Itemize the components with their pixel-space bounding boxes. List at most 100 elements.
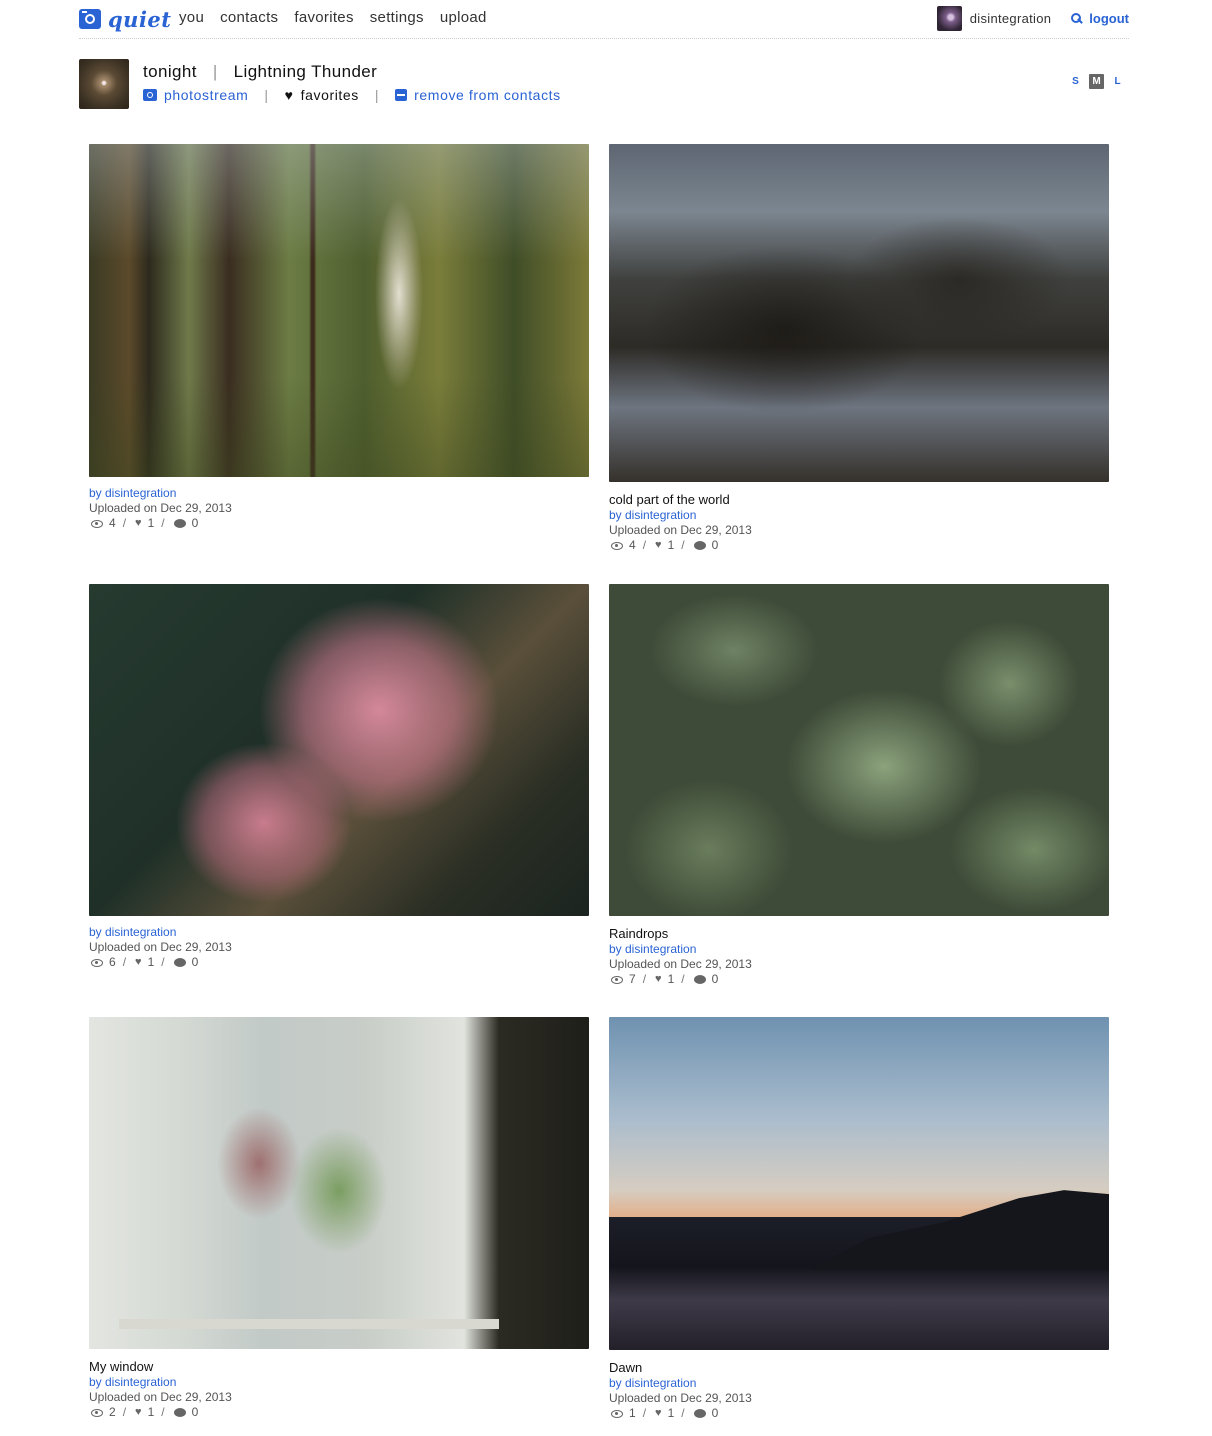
views-count: 7 xyxy=(629,972,636,986)
comment-icon xyxy=(173,958,186,967)
size-large-button[interactable]: L xyxy=(1110,74,1125,89)
favorites-link[interactable]: ♥ favorites xyxy=(285,87,359,103)
logout-link[interactable]: logout xyxy=(1071,11,1129,26)
photo-author-link[interactable]: by disintegration xyxy=(89,925,589,940)
views-count: 1 xyxy=(629,1406,636,1420)
views-count: 4 xyxy=(109,516,116,530)
photo-author-link[interactable]: by disintegration xyxy=(609,508,1109,523)
comments-count: 0 xyxy=(191,955,199,969)
photo-meta: cold part of the world by disintegration… xyxy=(609,491,1109,553)
heart-icon: ♥ xyxy=(135,956,142,968)
link-separator: | xyxy=(374,87,380,103)
stat-separator: / xyxy=(122,516,127,530)
photo-stats: 6 / ♥ 1 / 0 xyxy=(89,955,589,970)
comment-icon xyxy=(173,1408,186,1417)
stat-separator: / xyxy=(681,538,685,552)
photo-upload-date: Uploaded on Dec 29, 2013 xyxy=(609,523,752,537)
photo-thumbnail[interactable] xyxy=(89,584,589,916)
comments-count: 0 xyxy=(711,538,719,552)
eye-icon xyxy=(91,519,103,528)
remove-contact-link[interactable]: remove from contacts xyxy=(395,87,561,103)
logo[interactable]: quiet xyxy=(79,6,172,32)
photostream-label: photostream xyxy=(164,87,249,103)
heart-icon: ♥ xyxy=(655,973,662,985)
comment-icon xyxy=(693,975,706,984)
photo-meta: by disintegration Uploaded on Dec 29, 20… xyxy=(89,925,589,970)
faves-count: 1 xyxy=(147,516,155,530)
photo-thumbnail[interactable] xyxy=(609,144,1109,482)
profile-avatar[interactable] xyxy=(79,59,129,109)
profile-title: tonight | Lightning Thunder xyxy=(143,62,377,82)
size-medium-button[interactable]: M xyxy=(1089,74,1104,89)
photo-thumbnail[interactable] xyxy=(609,1017,1109,1350)
user-name[interactable]: disintegration xyxy=(970,11,1052,26)
photo-stats: 2 / ♥ 1 / 0 xyxy=(89,1405,589,1420)
comments-count: 0 xyxy=(711,972,719,986)
photo-upload-date: Uploaded on Dec 29, 2013 xyxy=(609,957,752,971)
comment-icon xyxy=(693,1409,706,1418)
nav-settings[interactable]: settings xyxy=(370,9,424,26)
photostream-link[interactable]: photostream xyxy=(143,87,248,103)
stat-separator: / xyxy=(681,1406,685,1420)
faves-count: 1 xyxy=(667,538,675,552)
main-nav: you contacts favorites settings upload xyxy=(179,9,503,26)
logout-label: logout xyxy=(1089,11,1129,26)
photo-title[interactable]: Raindrops xyxy=(609,925,1109,942)
photo-title[interactable]: My window xyxy=(89,1358,589,1375)
comment-icon xyxy=(693,541,706,550)
key-icon xyxy=(1071,12,1083,25)
heart-icon: ♥ xyxy=(135,1406,142,1418)
photo-author-link[interactable]: by disintegration xyxy=(609,1376,1109,1391)
profile-name[interactable]: tonight xyxy=(143,62,197,82)
photo-thumbnail[interactable] xyxy=(89,144,589,477)
nav-you[interactable]: you xyxy=(179,9,204,26)
favorites-label: favorites xyxy=(300,87,359,103)
comments-count: 0 xyxy=(711,1406,719,1420)
photo-title[interactable]: Dawn xyxy=(609,1359,1109,1376)
photo-upload-date: Uploaded on Dec 29, 2013 xyxy=(609,1391,752,1405)
heart-icon: ♥ xyxy=(655,1407,662,1419)
camera-icon xyxy=(143,89,157,101)
views-count: 2 xyxy=(109,1405,116,1419)
remove-contact-label: remove from contacts xyxy=(414,87,561,103)
photo-author-link[interactable]: by disintegration xyxy=(609,942,1109,957)
photo-author-link[interactable]: by disintegration xyxy=(89,486,589,501)
nav-contacts[interactable]: contacts xyxy=(220,9,278,26)
photo-upload-date: Uploaded on Dec 29, 2013 xyxy=(89,940,232,954)
nav-favorites[interactable]: favorites xyxy=(294,9,353,26)
photo-thumbnail[interactable] xyxy=(609,584,1109,916)
title-separator: | xyxy=(212,62,218,81)
stat-separator: / xyxy=(122,1405,127,1419)
heart-icon: ♥ xyxy=(284,87,294,103)
photo-meta: Dawn by disintegration Uploaded on Dec 2… xyxy=(609,1359,1109,1421)
faves-count: 1 xyxy=(147,1405,155,1419)
eye-icon xyxy=(611,1409,623,1418)
stat-separator: / xyxy=(642,538,647,552)
comments-count: 0 xyxy=(191,516,199,530)
eye-icon xyxy=(611,975,623,984)
link-separator: | xyxy=(264,87,269,103)
photo-thumbnail[interactable] xyxy=(89,1017,589,1349)
views-count: 4 xyxy=(629,538,636,552)
stat-separator: / xyxy=(161,955,165,969)
profile-links: photostream | ♥ favorites | remove from … xyxy=(143,87,561,103)
nav-upload[interactable]: upload xyxy=(440,9,487,26)
stat-separator: / xyxy=(161,516,165,530)
eye-icon xyxy=(91,958,103,967)
eye-icon xyxy=(91,1408,103,1417)
photo-meta: by disintegration Uploaded on Dec 29, 20… xyxy=(89,486,589,531)
photo-author-link[interactable]: by disintegration xyxy=(89,1375,589,1390)
size-small-button[interactable]: S xyxy=(1068,74,1083,89)
comment-icon xyxy=(173,519,186,528)
faves-count: 1 xyxy=(667,1406,675,1420)
user-avatar[interactable] xyxy=(936,6,962,31)
heart-icon: ♥ xyxy=(655,539,662,551)
comments-count: 0 xyxy=(191,1405,199,1419)
photo-meta: My window by disintegration Uploaded on … xyxy=(89,1358,589,1420)
photo-title[interactable]: cold part of the world xyxy=(609,491,1109,508)
profile-header: tonight | Lightning Thunder photostream … xyxy=(79,59,1129,111)
stat-separator: / xyxy=(642,1406,647,1420)
views-count: 6 xyxy=(109,955,116,969)
heart-icon: ♥ xyxy=(135,517,142,529)
logo-text: quiet xyxy=(108,6,172,32)
